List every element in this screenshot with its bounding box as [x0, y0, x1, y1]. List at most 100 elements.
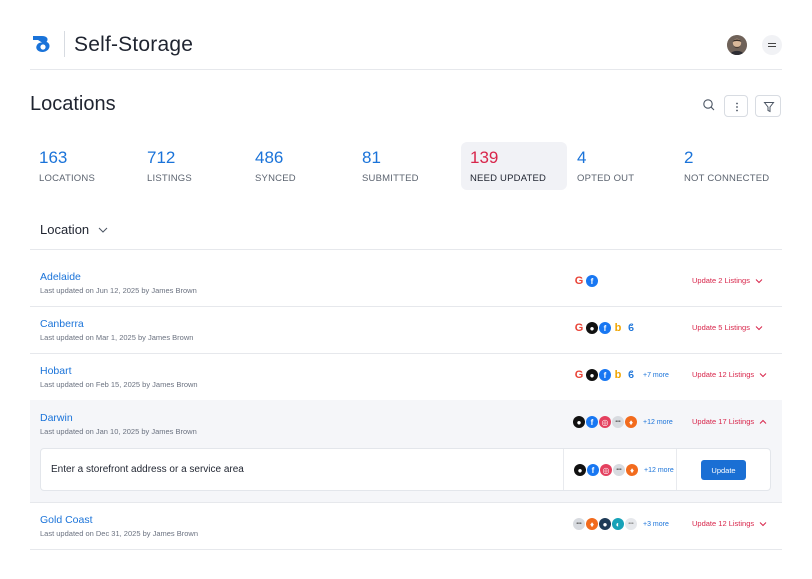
app-header: Self-Storage [30, 28, 782, 70]
stat-locations[interactable]: 163 LOCATIONS [30, 142, 136, 190]
stat-need-updated[interactable]: 139 NEED UPDATED [461, 142, 567, 190]
listing-icons: ● f ◎ ••• ♦ +12 more [573, 414, 673, 430]
avatar[interactable] [727, 35, 747, 55]
stat-opted-out[interactable]: 4 OPTED OUT [568, 142, 674, 190]
update-listings-label: Update 12 Listings [692, 370, 755, 379]
location-row-gold-coast[interactable]: Gold Coast Last updated on Dec 31, 2025 … [30, 502, 782, 549]
divider [30, 549, 782, 550]
menu-line-icon [768, 46, 776, 48]
listing-icons: ••• ♦ ● ◐ ••• +3 more [573, 516, 669, 532]
stat-submitted[interactable]: 81 SUBMITTED [353, 142, 459, 190]
stat-label: OPTED OUT [577, 173, 635, 184]
update-listings-dropdown[interactable]: Update 12 Listings [692, 370, 767, 379]
stat-listings[interactable]: 712 LISTINGS [138, 142, 244, 190]
vertical-dots-icon [736, 102, 738, 112]
update-listings-label: Update 17 Listings [692, 417, 755, 426]
brand-name: Self-Storage [74, 33, 194, 56]
update-listings-label: Update 5 Listings [692, 323, 750, 332]
divider [30, 249, 782, 250]
apple-icon: ● [574, 464, 586, 476]
apple-icon: ● [586, 322, 598, 334]
pin-icon: ♦ [626, 464, 638, 476]
bing-icon: b [612, 322, 624, 334]
listing-icons: G f [573, 273, 599, 289]
location-meta: Last updated on Dec 31, 2025 by James Br… [40, 529, 199, 538]
pin-icon: ♦ [625, 416, 637, 428]
google-icon: G [573, 322, 585, 334]
instagram-icon: ◎ [600, 464, 612, 476]
stat-label: SYNCED [255, 173, 296, 184]
directory-icon: ••• [573, 518, 585, 530]
stat-value: 139 [470, 148, 499, 167]
location-row-hobart[interactable]: Hobart Last updated on Feb 15, 2025 by J… [30, 353, 782, 400]
brand-logo-icon: ϐ [625, 322, 637, 334]
chat-icon: ◐ [612, 518, 624, 530]
directory-icon: ••• [612, 416, 624, 428]
storefront-address-prompt[interactable]: Enter a storefront address or a service … [51, 464, 244, 475]
location-dropdown-label: Location [40, 222, 90, 237]
update-button[interactable]: Update [701, 460, 746, 480]
directory-icon: ••• [625, 518, 637, 530]
location-name[interactable]: Darwin [40, 412, 73, 424]
update-listings-dropdown[interactable]: Update 5 Listings [692, 323, 763, 332]
stat-synced[interactable]: 486 SYNCED [246, 142, 352, 190]
storefront-address-panel[interactable]: Enter a storefront address or a service … [40, 448, 771, 491]
more-listings-link[interactable]: +12 more [644, 467, 674, 474]
chevron-down-icon [98, 227, 108, 233]
update-listings-dropdown[interactable]: Update 12 Listings [692, 519, 767, 528]
stat-value: 486 [255, 148, 284, 167]
facebook-icon: f [586, 275, 598, 287]
facebook-icon: f [599, 369, 611, 381]
divider [676, 449, 677, 490]
update-listings-dropdown[interactable]: Update 17 Listings [692, 417, 767, 426]
chevron-down-icon [759, 521, 767, 526]
google-icon: G [573, 275, 585, 287]
update-listings-dropdown[interactable]: Update 2 Listings [692, 276, 763, 285]
stat-value: 2 [684, 148, 694, 167]
facebook-icon: f [586, 416, 598, 428]
chevron-down-icon [755, 278, 763, 283]
location-name[interactable]: Canberra [40, 318, 84, 330]
apple-icon: ● [586, 369, 598, 381]
avatar-image-icon [727, 35, 747, 55]
facebook-icon: f [587, 464, 599, 476]
stat-label: LOCATIONS [39, 173, 95, 184]
update-listings-label: Update 12 Listings [692, 519, 755, 528]
location-name[interactable]: Adelaide [40, 271, 81, 283]
location-name[interactable]: Hobart [40, 365, 72, 377]
stat-label: NOT CONNECTED [684, 173, 770, 184]
menu-line-icon [768, 43, 776, 45]
instagram-icon: ◎ [599, 416, 611, 428]
location-row-canberra[interactable]: Canberra Last updated on Mar 1, 2025 by … [30, 306, 782, 353]
hamburger-menu-button[interactable] [762, 35, 782, 55]
location-name[interactable]: Gold Coast [40, 514, 93, 526]
more-listings-link[interactable]: +3 more [643, 521, 669, 528]
divider [563, 449, 564, 490]
listing-icons: G ● f b ϐ +7 more [573, 367, 669, 383]
apple-icon: ● [573, 416, 585, 428]
chevron-down-icon [755, 325, 763, 330]
more-listings-link[interactable]: +12 more [643, 419, 673, 426]
listing-icons: G ● f b ϐ [573, 320, 638, 336]
stat-label: NEED UPDATED [470, 173, 547, 184]
facebook-icon: f [599, 322, 611, 334]
stat-not-connected[interactable]: 2 NOT CONNECTED [675, 142, 781, 190]
listing-icons: ● f ◎ ••• ♦ +12 more [574, 462, 674, 478]
stat-value: 163 [39, 148, 68, 167]
more-listings-link[interactable]: +7 more [643, 372, 669, 379]
stat-value: 712 [147, 148, 176, 167]
search-icon[interactable] [701, 97, 717, 113]
filter-button[interactable] [755, 95, 781, 117]
update-listings-label: Update 2 Listings [692, 276, 750, 285]
more-options-button[interactable] [724, 95, 748, 117]
stat-label: SUBMITTED [362, 173, 419, 184]
stat-label: LISTINGS [147, 173, 192, 184]
location-dropdown[interactable]: Location [40, 222, 108, 237]
directory-icon: ••• [613, 464, 625, 476]
chevron-up-icon [759, 419, 767, 424]
pin-icon: ♦ [586, 518, 598, 530]
brand-logo-icon: ϐ [625, 369, 637, 381]
chevron-down-icon [759, 372, 767, 377]
brand-logo-icon[interactable] [30, 32, 54, 56]
location-row-adelaide[interactable]: Adelaide Last updated on Jun 12, 2025 by… [30, 259, 782, 306]
